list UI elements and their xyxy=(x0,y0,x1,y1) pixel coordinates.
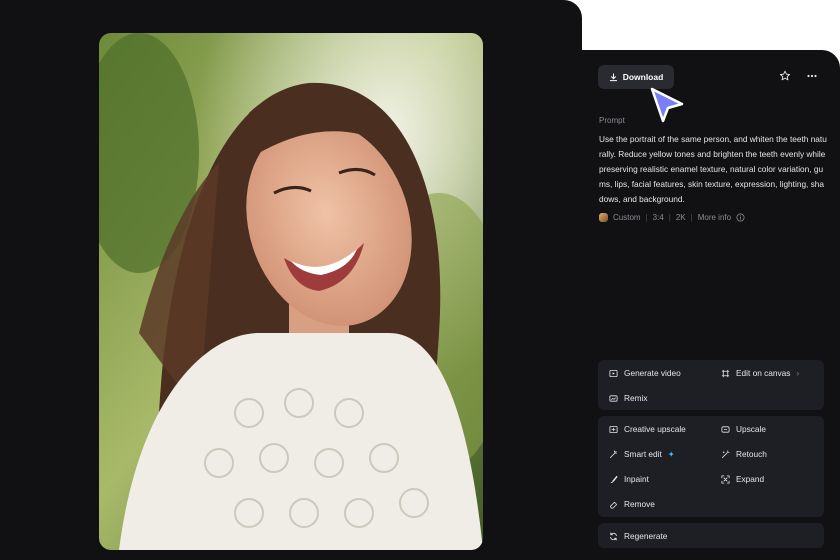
prompt-text: Use the portrait of the same person, and… xyxy=(599,134,827,204)
actions-card-primary: Generate video Edit on canvas › Remix xyxy=(598,360,824,410)
generated-portrait-image[interactable] xyxy=(99,33,483,550)
prompt-label: Prompt xyxy=(599,116,625,125)
remix-button[interactable]: Remix xyxy=(609,393,648,403)
retouch-icon xyxy=(721,449,730,458)
more-icon xyxy=(807,74,817,78)
expand-icon xyxy=(721,474,730,484)
more-info-link[interactable]: More info xyxy=(698,213,731,222)
pointer-cursor-icon xyxy=(650,87,684,123)
remix-icon xyxy=(609,394,618,402)
upscale-icon xyxy=(721,425,730,433)
favorite-button[interactable] xyxy=(777,68,793,84)
model-avatar-icon xyxy=(599,213,608,222)
edit-on-canvas-button[interactable]: Edit on canvas › xyxy=(721,368,799,378)
inpaint-brush-icon xyxy=(610,475,618,483)
details-panel: Download Prompt Use the portrait of the … xyxy=(582,50,840,560)
more-options-button[interactable] xyxy=(804,68,820,84)
smart-edit-button[interactable]: Smart edit ✦ xyxy=(609,449,675,459)
aspect-ratio: 3:4 xyxy=(652,213,664,222)
star-icon xyxy=(779,70,791,81)
eraser-icon xyxy=(609,501,618,509)
chevron-right-icon: › xyxy=(796,368,800,378)
canvas-icon xyxy=(721,369,730,377)
image-preview-panel xyxy=(0,0,582,560)
refresh-icon xyxy=(610,531,617,541)
remove-button[interactable]: Remove xyxy=(609,499,655,509)
actions-card-editing: Creative upscale Upscale Smart edit ✦ Re… xyxy=(598,416,824,517)
actions-card-regenerate: Regenerate xyxy=(598,523,824,548)
creative-upscale-icon xyxy=(609,425,618,433)
regenerate-button[interactable]: Regenerate xyxy=(609,531,667,541)
model-name: Custom xyxy=(613,213,641,222)
expand-button[interactable]: Expand xyxy=(721,474,764,484)
download-icon xyxy=(609,72,617,81)
generation-meta: Custom | 3:4 | 2K | More info xyxy=(599,213,745,222)
upscale-button[interactable]: Upscale xyxy=(721,424,766,434)
creative-upscale-button[interactable]: Creative upscale xyxy=(609,424,686,434)
info-icon[interactable] xyxy=(736,213,745,222)
magic-wand-icon xyxy=(609,449,618,458)
video-icon xyxy=(609,369,618,377)
resolution: 2K xyxy=(675,213,686,222)
sparkle-icon: ✦ xyxy=(667,449,675,459)
generate-video-button[interactable]: Generate video xyxy=(609,368,681,378)
download-label: Download xyxy=(622,72,664,82)
retouch-button[interactable]: Retouch xyxy=(721,449,767,459)
inpaint-button[interactable]: Inpaint xyxy=(609,474,649,484)
